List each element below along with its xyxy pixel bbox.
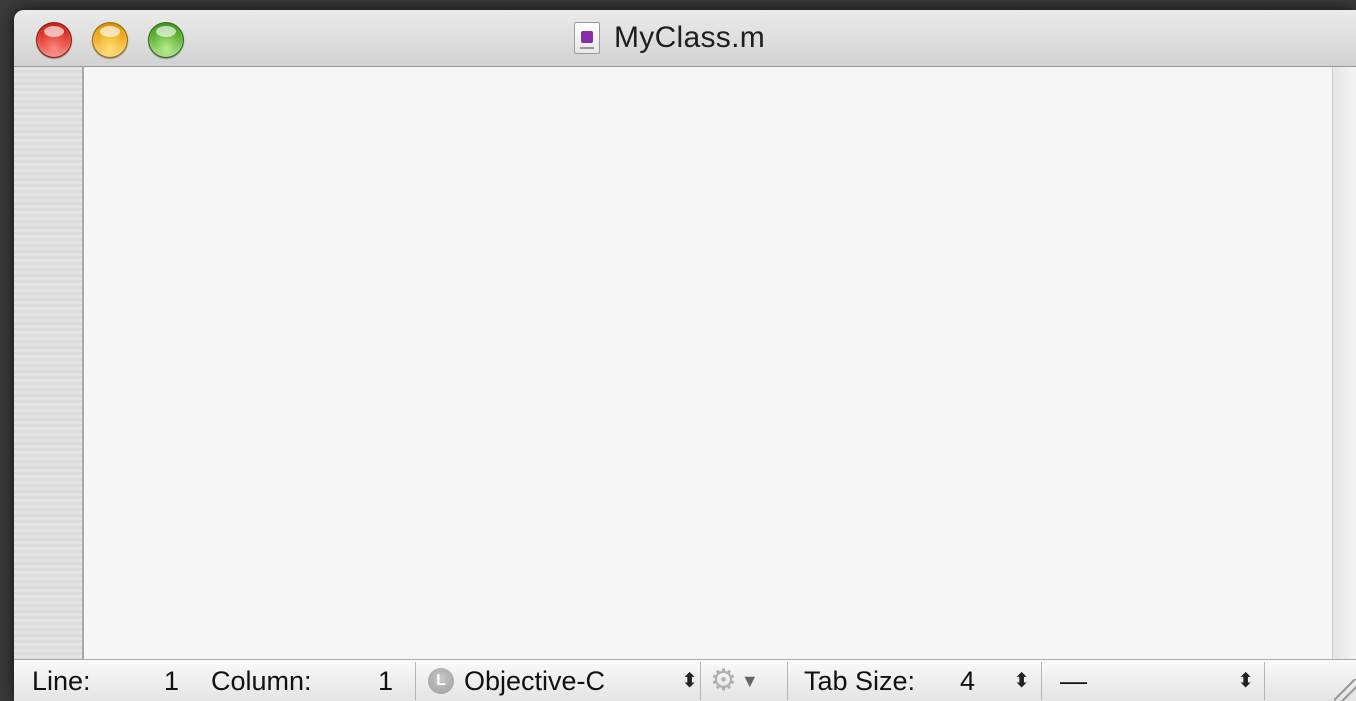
tab-size-popup[interactable]: 4 ⬍	[960, 660, 1030, 701]
tab-size-stepper-icon: ⬍	[1013, 670, 1030, 692]
symbol-stepper-icon: ⬍	[1237, 670, 1254, 692]
objective-c-file-icon[interactable]	[574, 22, 600, 54]
window-title: MyClass.m	[574, 10, 765, 66]
window-title-text: MyClass.m	[614, 21, 766, 54]
zoom-button[interactable]	[148, 22, 184, 58]
column-value: 1	[378, 665, 394, 696]
line-value: 1	[164, 665, 180, 696]
vertical-scrollbar[interactable]	[1332, 67, 1356, 659]
symbol-popup-value: —	[1060, 665, 1087, 696]
language-icon: L	[428, 668, 454, 694]
close-button[interactable]	[36, 22, 72, 58]
status-bar: Line: 1 Column: 1 L Objective-C ⬍ ⚙ ▼ Ta…	[14, 659, 1356, 701]
minimize-button[interactable]	[92, 22, 128, 58]
divider	[1264, 662, 1265, 700]
title-bar[interactable]: MyClass.m	[14, 10, 1356, 67]
line-number-gutter	[14, 67, 84, 659]
tab-size-label: Tab Size:	[804, 665, 916, 696]
column-label: Column:	[211, 665, 312, 696]
code-editor-area[interactable]	[84, 67, 1332, 659]
resize-grip-icon[interactable]	[1334, 679, 1356, 701]
tab-size-value: 4	[960, 665, 976, 696]
line-label: Line:	[32, 665, 91, 696]
symbol-popup[interactable]: — ⬍	[1060, 660, 1254, 701]
divider	[787, 662, 788, 700]
chevron-down-icon: ▼	[740, 670, 759, 691]
editor-window: MyClass.m Line: 1 Column: 1 L Objective-…	[14, 10, 1356, 701]
language-popup[interactable]: L Objective-C ⬍	[428, 660, 698, 701]
action-menu-button[interactable]: ⚙ ▼	[710, 660, 759, 701]
gear-icon: ⚙	[710, 664, 737, 697]
divider	[700, 662, 701, 700]
divider	[415, 662, 416, 700]
divider	[1041, 662, 1042, 700]
language-stepper-icon: ⬍	[681, 670, 698, 692]
language-label: Objective-C	[464, 665, 606, 696]
